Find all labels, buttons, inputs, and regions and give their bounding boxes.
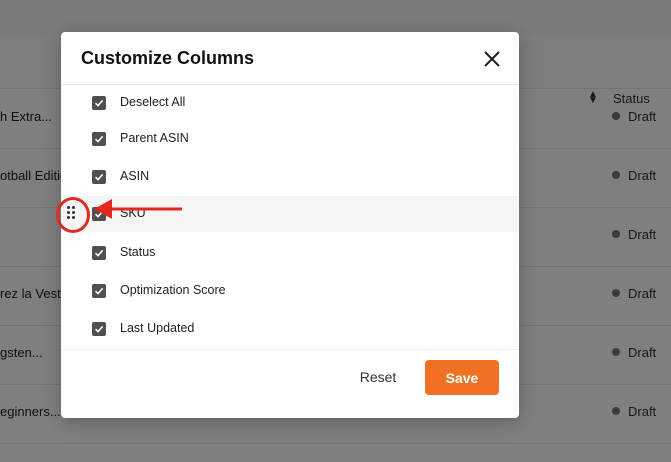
check-icon: [94, 325, 104, 333]
annotation-circle: [56, 197, 90, 233]
column-label: Status: [120, 245, 156, 259]
check-icon: [94, 173, 104, 181]
close-icon: [484, 51, 500, 67]
annotation-arrow-icon: [94, 199, 182, 219]
column-item-parent-asin[interactable]: Parent ASIN: [61, 121, 519, 157]
check-icon: [94, 287, 104, 295]
save-button[interactable]: Save: [425, 360, 499, 395]
column-label: Last Updated: [120, 321, 195, 335]
customize-columns-modal: Customize Columns Deselect All Parent AS…: [61, 32, 519, 418]
column-checkbox[interactable]: [92, 284, 106, 298]
column-label: Deselect All: [120, 95, 186, 109]
check-icon: [94, 135, 104, 143]
check-icon: [94, 249, 104, 257]
close-button[interactable]: [481, 48, 503, 70]
column-item-status[interactable]: Status: [61, 235, 519, 271]
check-icon: [94, 99, 104, 107]
column-label: Parent ASIN: [120, 131, 189, 145]
column-checkbox[interactable]: [92, 170, 106, 184]
column-checkbox[interactable]: [92, 96, 106, 110]
column-checkbox[interactable]: [92, 322, 106, 336]
column-item-deselect-all[interactable]: Deselect All: [61, 85, 519, 121]
column-label: ASIN: [120, 169, 150, 183]
column-item-optimization-score[interactable]: Optimization Score: [61, 273, 519, 309]
column-item-last-updated[interactable]: Last Updated: [61, 311, 519, 347]
column-checkbox[interactable]: [92, 246, 106, 260]
modal-header: Customize Columns: [61, 32, 519, 85]
column-label: Optimization Score: [120, 283, 226, 297]
reset-button[interactable]: Reset: [343, 360, 413, 394]
column-item-asin[interactable]: ASIN: [61, 159, 519, 195]
modal-title: Customize Columns: [81, 48, 255, 68]
modal-footer: Reset Save: [61, 349, 519, 418]
column-checkbox[interactable]: [92, 132, 106, 146]
